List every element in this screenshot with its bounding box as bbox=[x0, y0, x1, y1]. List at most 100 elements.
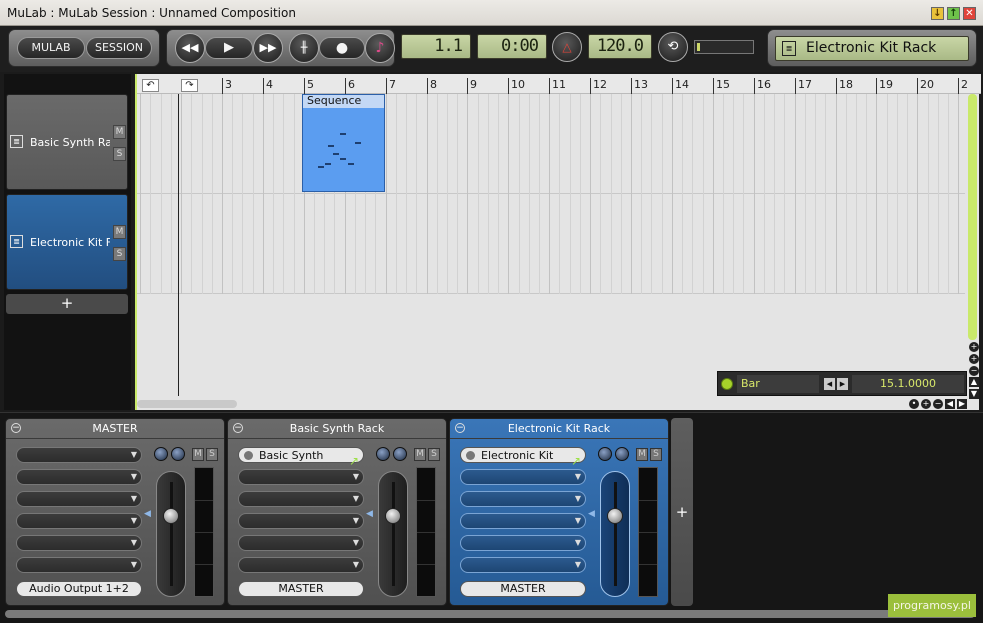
ruler-bar-label[interactable]: 7 bbox=[386, 78, 396, 94]
sequence-clip[interactable]: Sequence bbox=[302, 94, 385, 192]
insert-slot[interactable]: ▼ bbox=[238, 469, 364, 485]
ruler-bar-label[interactable]: 16 bbox=[754, 78, 771, 94]
scroll-right-icon[interactable]: ▶ bbox=[957, 399, 967, 409]
pan-knob[interactable] bbox=[376, 447, 390, 461]
insert-slot[interactable]: ▼ bbox=[460, 491, 586, 507]
insert-slot[interactable]: ▼ bbox=[460, 557, 586, 573]
hzoom-icon[interactable]: • bbox=[909, 399, 919, 409]
add-strip-button[interactable]: + bbox=[671, 418, 693, 606]
rewind-button[interactable]: ◀◀ bbox=[175, 33, 205, 63]
metronome-icon[interactable]: ╫ bbox=[289, 33, 319, 63]
volume-fader[interactable] bbox=[600, 471, 630, 597]
volume-fader[interactable] bbox=[378, 471, 408, 597]
mute-button[interactable]: M bbox=[636, 448, 648, 461]
ruler-bar-label[interactable]: 14 bbox=[672, 78, 689, 94]
tempo-display[interactable]: 120.0 bbox=[588, 34, 652, 59]
insert-slot[interactable]: ▼ bbox=[460, 513, 586, 529]
instrument-slot[interactable]: Basic Synth bbox=[238, 447, 364, 463]
arrangement-area[interactable]: ↶ ↷ 3 4 5 6 7 8 9 10 11 12 13 14 15 16 17 18 19 20 2 Seque… bbox=[135, 74, 981, 410]
edit-arrow-icon[interactable]: ↗ bbox=[349, 455, 363, 467]
insert-slot[interactable]: ▼ bbox=[460, 535, 586, 551]
ruler-bar-label[interactable]: 10 bbox=[508, 78, 525, 94]
undo-icon[interactable]: ↶ bbox=[142, 79, 159, 92]
edit-arrow-icon[interactable]: ↗ bbox=[571, 455, 585, 467]
solo-button[interactable]: S bbox=[650, 448, 662, 461]
playhead[interactable] bbox=[178, 94, 179, 396]
cursor-position[interactable]: 15.1.0000 bbox=[852, 375, 964, 393]
ruler-bar-label[interactable]: 19 bbox=[876, 78, 893, 94]
position-display[interactable]: 1.1 bbox=[401, 34, 471, 59]
lane-basic-synth[interactable] bbox=[137, 94, 965, 194]
insert-slot[interactable]: ▼ bbox=[460, 469, 586, 485]
volume-fader[interactable] bbox=[156, 471, 186, 597]
ruler-bar-label[interactable]: 8 bbox=[427, 78, 437, 94]
play-button[interactable]: ▶ bbox=[205, 37, 253, 59]
zoom-out-icon[interactable]: − bbox=[969, 366, 979, 376]
insert-slot[interactable]: ▼ bbox=[16, 557, 142, 573]
instrument-slot[interactable]: Electronic Kit bbox=[460, 447, 586, 463]
ruler-bar-label[interactable]: 18 bbox=[836, 78, 853, 94]
send-knob[interactable] bbox=[171, 447, 185, 461]
track-grid[interactable] bbox=[137, 94, 965, 294]
insert-slot[interactable]: ▼ bbox=[16, 491, 142, 507]
ruler-bar-label[interactable]: 15 bbox=[713, 78, 730, 94]
note-icon[interactable]: ♪ bbox=[365, 33, 395, 63]
snap-toggle[interactable] bbox=[721, 378, 733, 390]
insert-slot[interactable]: ▼ bbox=[238, 557, 364, 573]
timeline-ruler[interactable]: ↶ ↷ 3 4 5 6 7 8 9 10 11 12 13 14 15 16 17 18 19 20 2 bbox=[137, 74, 981, 94]
maximize-button[interactable]: ↑ bbox=[947, 7, 960, 20]
insert-slot[interactable]: ▼ bbox=[238, 491, 364, 507]
minimize-button[interactable]: ↓ bbox=[931, 7, 944, 20]
ruler-bar-label[interactable]: 9 bbox=[467, 78, 477, 94]
tempo-triangle-icon[interactable]: △ bbox=[552, 32, 582, 62]
zoom-in-icon[interactable]: + bbox=[969, 342, 979, 352]
mixer-scrollbar[interactable] bbox=[5, 610, 975, 618]
record-button[interactable]: ● bbox=[319, 37, 365, 59]
snap-mode[interactable]: Bar bbox=[737, 375, 819, 393]
horizontal-scrollbar[interactable] bbox=[137, 400, 237, 408]
redo-icon[interactable]: ↷ bbox=[181, 79, 198, 92]
mute-button[interactable]: M bbox=[113, 125, 126, 139]
time-display[interactable]: 0:00 bbox=[477, 34, 547, 59]
collapse-icon[interactable]: − bbox=[11, 423, 21, 433]
mute-button[interactable]: M bbox=[113, 225, 126, 239]
ruler-bar-label[interactable]: 11 bbox=[549, 78, 566, 94]
insert-slot[interactable]: ▼ bbox=[16, 447, 142, 463]
collapse-icon[interactable]: − bbox=[233, 423, 243, 433]
ruler-bar-label[interactable]: 12 bbox=[590, 78, 607, 94]
hzoom-out-icon[interactable]: − bbox=[933, 399, 943, 409]
session-button[interactable]: SESSION bbox=[86, 37, 152, 59]
ruler-bar-label[interactable]: 13 bbox=[631, 78, 648, 94]
fast-forward-button[interactable]: ▶▶ bbox=[253, 33, 283, 63]
track-header-electronic-kit[interactable]: ≣ Electronic Kit F M S bbox=[6, 194, 128, 290]
output-selector[interactable]: Audio Output 1+2 bbox=[16, 581, 142, 597]
ruler-bar-label[interactable]: 3 bbox=[222, 78, 232, 94]
send-knob[interactable] bbox=[615, 447, 629, 461]
hzoom-in-icon[interactable]: + bbox=[921, 399, 931, 409]
solo-button[interactable]: S bbox=[113, 147, 126, 161]
insert-slot[interactable]: ▼ bbox=[238, 513, 364, 529]
snap-next-icon[interactable]: ▶ bbox=[837, 378, 848, 390]
loop-icon[interactable]: ⟲ bbox=[658, 32, 688, 62]
insert-slot[interactable]: ▼ bbox=[238, 535, 364, 551]
mulab-button[interactable]: MULAB bbox=[17, 37, 85, 59]
ruler-bar-label[interactable]: 5 bbox=[304, 78, 314, 94]
add-icon[interactable]: + bbox=[969, 354, 979, 364]
ruler-bar-label[interactable]: 20 bbox=[917, 78, 934, 94]
solo-button[interactable]: S bbox=[206, 448, 218, 461]
snap-prev-icon[interactable]: ◀ bbox=[824, 378, 835, 390]
solo-button[interactable]: S bbox=[113, 247, 126, 261]
collapse-icon[interactable]: − bbox=[455, 423, 465, 433]
mute-button[interactable]: M bbox=[192, 448, 204, 461]
lane-electronic-kit[interactable] bbox=[137, 194, 965, 294]
ruler-bar-label[interactable]: 2 bbox=[958, 78, 968, 94]
ruler-bar-label[interactable]: 6 bbox=[345, 78, 355, 94]
ruler-bar-label[interactable]: 4 bbox=[263, 78, 273, 94]
scroll-down-icon[interactable]: ▼ bbox=[969, 389, 979, 399]
send-knob[interactable] bbox=[393, 447, 407, 461]
ruler-bar-label[interactable]: 17 bbox=[795, 78, 812, 94]
solo-button[interactable]: S bbox=[428, 448, 440, 461]
scroll-up-icon[interactable]: ▲ bbox=[969, 377, 979, 387]
close-button[interactable]: ✕ bbox=[963, 7, 976, 20]
track-header-basic-synth[interactable]: ≣ Basic Synth Ra M S bbox=[6, 94, 128, 190]
